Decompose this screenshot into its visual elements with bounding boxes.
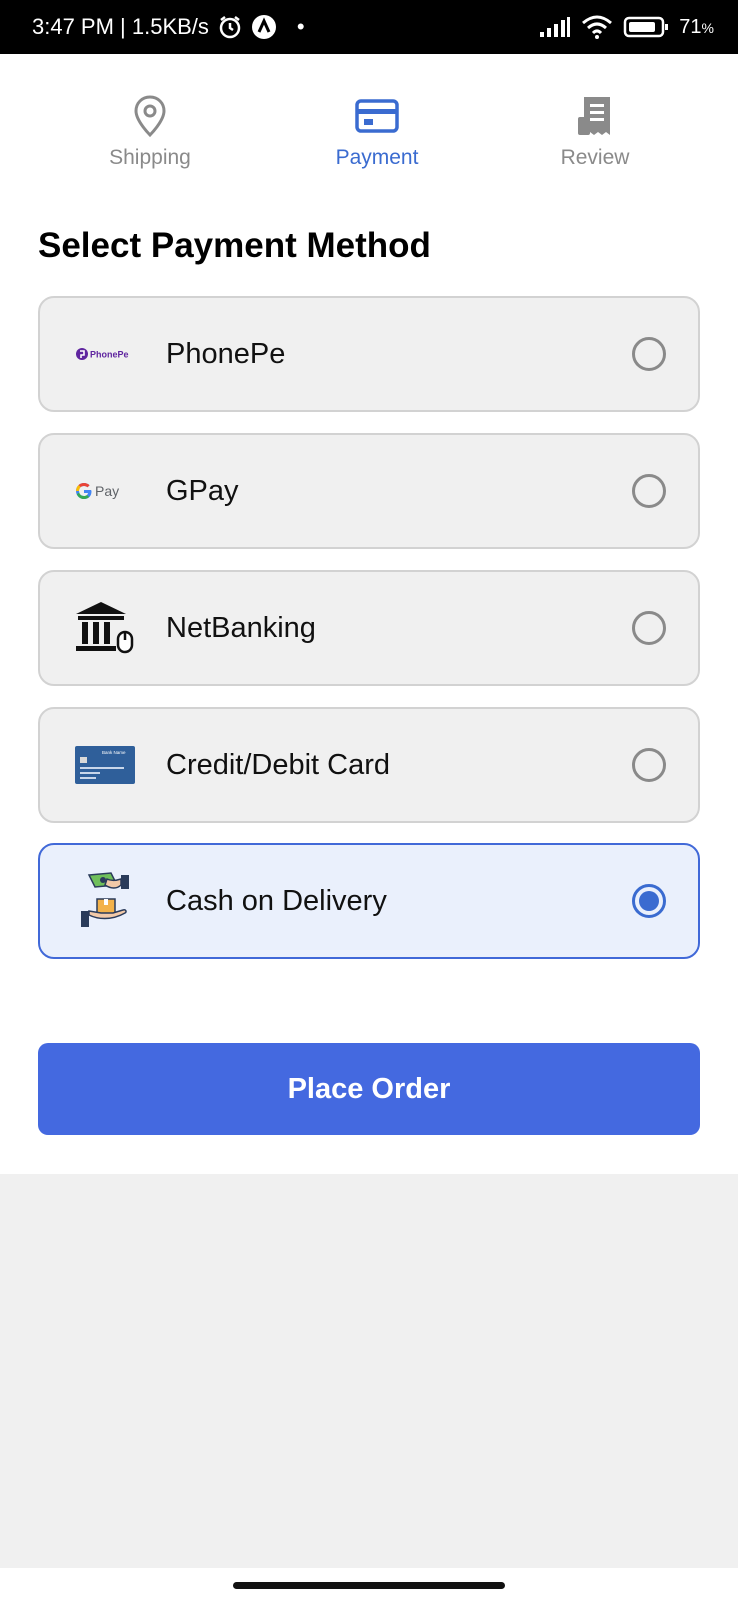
status-bar: 3:47 PM | 1.5KB/s • 71% xyxy=(0,0,738,54)
battery-icon xyxy=(623,15,669,39)
svg-text:Bank Name: Bank Name xyxy=(102,750,126,755)
app-notification-icon xyxy=(251,14,277,40)
payment-option-phonepe[interactable]: PhonePe PhonePe xyxy=(38,296,700,412)
radio-button[interactable] xyxy=(632,611,666,645)
status-dot: • xyxy=(296,14,305,39)
gpay-logo: Pay xyxy=(50,451,160,531)
payment-option-label: Cash on Delivery xyxy=(166,884,387,917)
radio-button[interactable] xyxy=(632,474,666,508)
wifi-icon xyxy=(581,15,613,39)
receipt-icon xyxy=(515,92,675,140)
credit-card-icon xyxy=(297,92,457,140)
card-icon: Bank Name xyxy=(50,725,160,805)
payment-option-label: NetBanking xyxy=(166,611,316,644)
phonepe-logo: PhonePe xyxy=(50,314,160,394)
bank-icon xyxy=(50,588,160,668)
payment-option-label: GPay xyxy=(166,474,239,507)
battery-level: 71% xyxy=(679,15,714,38)
page-title: Select Payment Method xyxy=(38,226,431,265)
place-order-button[interactable]: Place Order xyxy=(38,1043,700,1135)
home-indicator[interactable] xyxy=(233,1582,505,1589)
payment-option-card[interactable]: Bank Name Credit/Debit Card xyxy=(38,707,700,823)
step-review[interactable]: Review xyxy=(515,92,675,170)
radio-button[interactable] xyxy=(632,337,666,371)
radio-button-selected[interactable] xyxy=(632,884,666,918)
step-shipping[interactable]: Shipping xyxy=(70,92,230,170)
payment-option-label: Credit/Debit Card xyxy=(166,748,391,781)
radio-button[interactable] xyxy=(632,748,666,782)
svg-text:PhonePe: PhonePe xyxy=(90,350,129,360)
checkout-screen: Shipping Payment Review Select Payment M… xyxy=(0,54,738,1174)
step-review-label: Review xyxy=(560,146,630,169)
payment-option-netbanking[interactable]: NetBanking xyxy=(38,570,700,686)
step-payment[interactable]: Payment xyxy=(297,92,457,170)
step-payment-label: Payment xyxy=(335,146,419,169)
signal-icon xyxy=(539,16,571,38)
status-time: 3:47 PM | 1.5KB/s xyxy=(32,14,209,39)
cash-delivery-icon xyxy=(50,861,160,941)
alarm-icon xyxy=(217,14,243,40)
location-pin-icon xyxy=(70,92,230,140)
svg-text:Pay: Pay xyxy=(95,483,119,499)
step-shipping-label: Shipping xyxy=(109,146,191,169)
checkout-steps: Shipping Payment Review xyxy=(0,92,738,192)
payment-option-label: PhonePe xyxy=(166,337,286,370)
payment-option-gpay[interactable]: Pay GPay xyxy=(38,433,700,549)
payment-option-cod[interactable]: Cash on Delivery xyxy=(38,843,700,959)
